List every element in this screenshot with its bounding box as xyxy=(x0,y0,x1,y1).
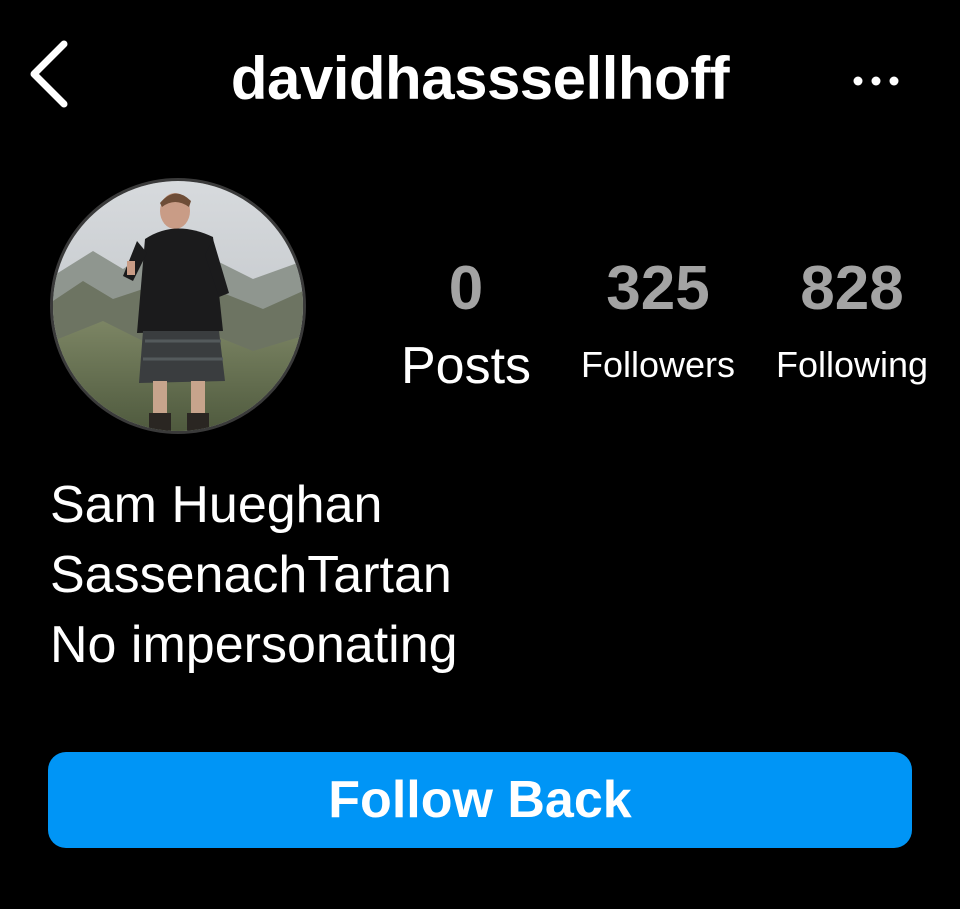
following-label: Following xyxy=(775,344,929,385)
followers-stat[interactable]: 325 Followers xyxy=(566,254,750,390)
profile-avatar[interactable] xyxy=(50,178,306,434)
posts-count: 0 xyxy=(448,254,484,323)
followers-count: 325 xyxy=(606,254,710,323)
profile-username: davidhasssellhoff xyxy=(230,45,730,112)
profile-bio: Sam Hueghan SassenachTartan No impersona… xyxy=(50,470,910,680)
following-stat[interactable]: 828 Following xyxy=(760,254,944,390)
bio-line-2: SassenachTartan xyxy=(50,546,452,604)
posts-stat: 0 Posts xyxy=(376,254,556,396)
bio-line-3: No impersonating xyxy=(50,616,458,674)
display-name: Sam Hueghan xyxy=(50,476,383,534)
more-options-button[interactable] xyxy=(848,66,904,96)
ellipsis-icon xyxy=(853,76,899,86)
posts-label: Posts xyxy=(400,337,532,395)
profile-header: davidhasssellhoff xyxy=(0,0,960,150)
follow-back-button[interactable]: Follow Back xyxy=(48,752,912,848)
followers-label: Followers xyxy=(580,344,736,385)
profile-photo xyxy=(53,181,303,431)
following-count: 828 xyxy=(800,254,904,323)
